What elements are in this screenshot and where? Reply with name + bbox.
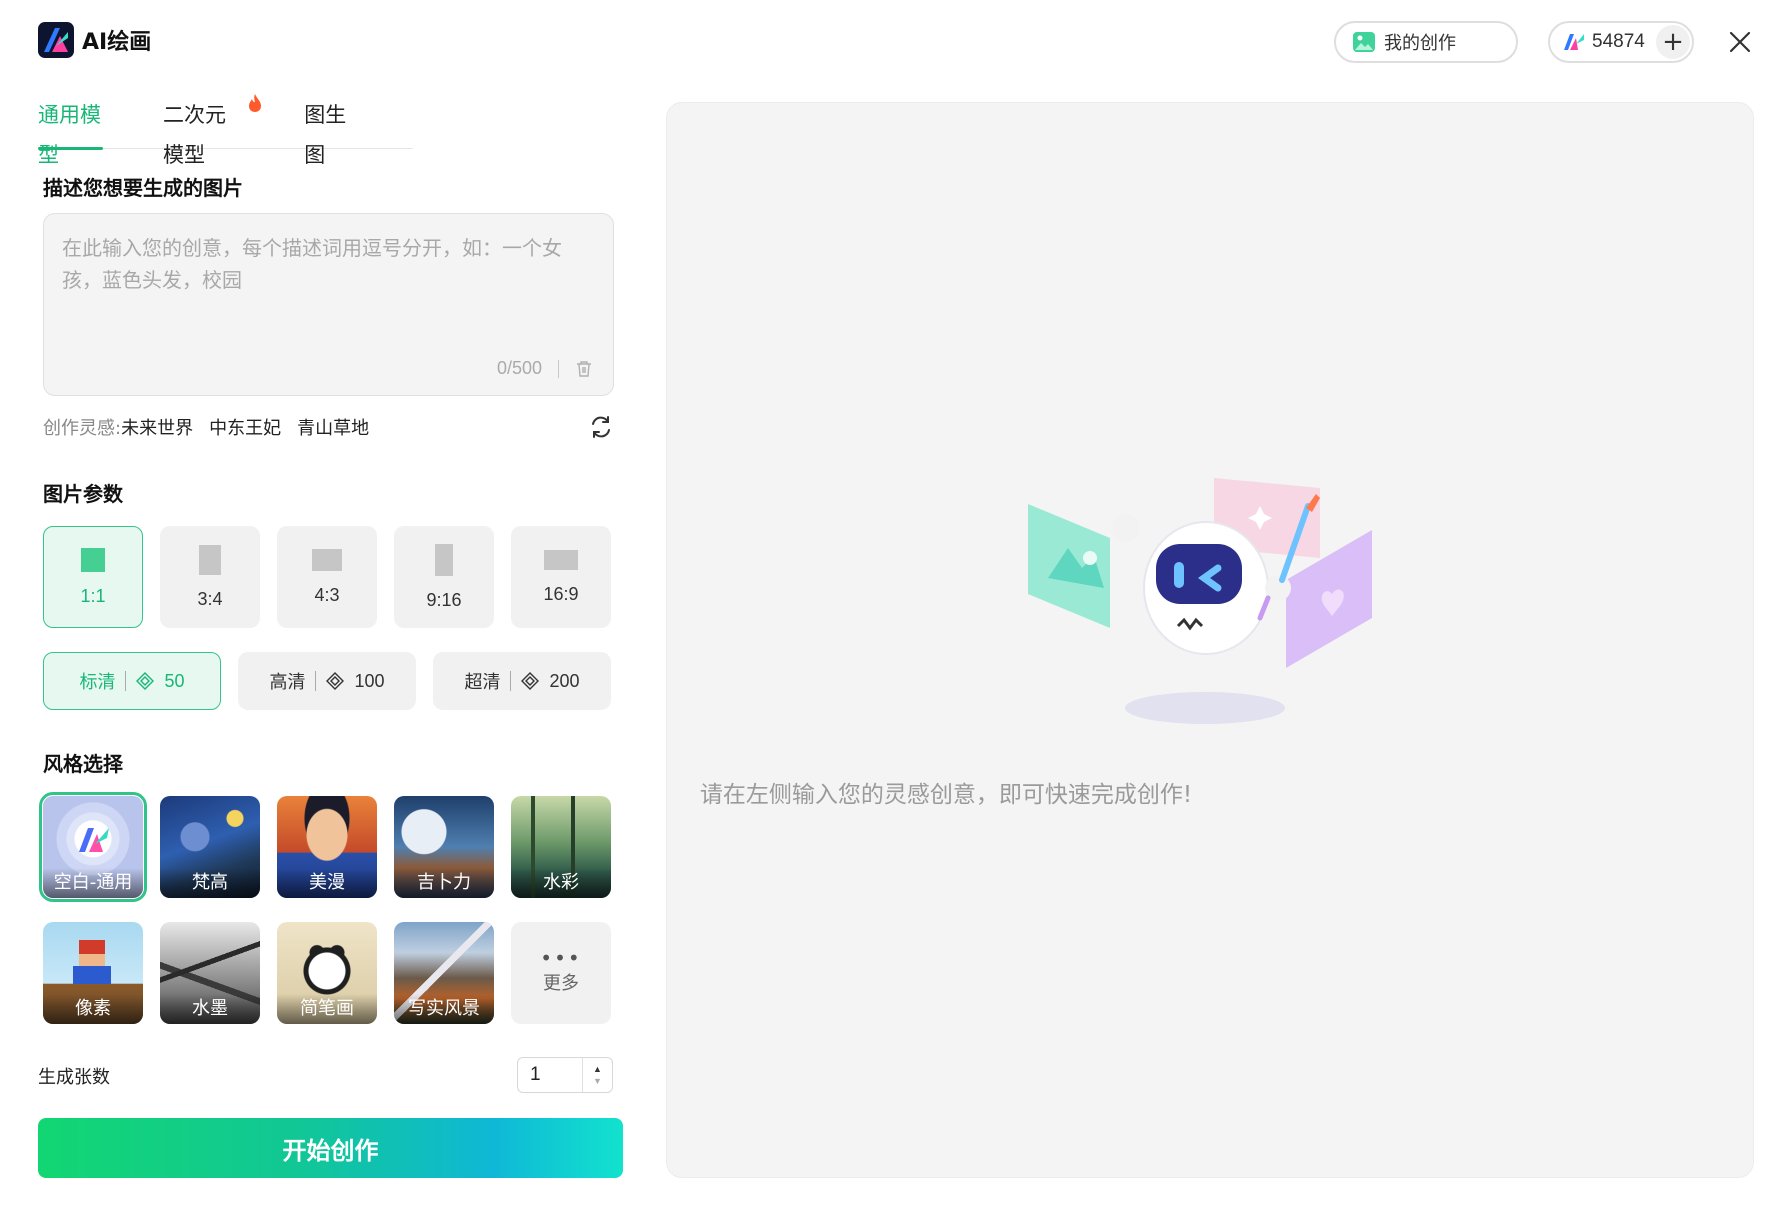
ratio-label: 1:1 <box>80 585 106 606</box>
quality-cost: 200 <box>549 670 580 691</box>
empty-state-message: 请在左侧输入您的灵感创意，即可快速完成创作! <box>699 782 1193 808</box>
model-tabs: 通用模型 二次元模型 图生图 <box>38 94 413 167</box>
style-option-ghibli[interactable]: 吉卜力 <box>394 796 494 898</box>
style-option-realistic-landscape[interactable]: 写实风景 <box>394 922 494 1024</box>
style-label: 美漫 <box>277 868 377 898</box>
chevron-up-icon[interactable]: ▲ <box>593 1063 602 1075</box>
credit-icon <box>326 672 345 690</box>
style-label: 像素 <box>43 994 143 1024</box>
my-works-button[interactable]: 我的创作 <box>1334 21 1518 63</box>
style-option-sketch[interactable]: 简笔画 <box>277 922 377 1024</box>
style-option-ink[interactable]: 水墨 <box>160 922 260 1024</box>
ratio-option-1-1[interactable]: 1:1 <box>43 526 143 628</box>
more-icon: ••• <box>540 946 582 970</box>
style-section-title: 风格选择 <box>43 752 123 776</box>
image-icon <box>1353 32 1375 52</box>
style-label: 空白-通用 <box>43 868 143 898</box>
ratio-label: 16:9 <box>543 583 579 604</box>
quality-label: 超清 <box>464 672 501 693</box>
style-option-comic[interactable]: 美漫 <box>277 796 377 898</box>
square-ratio-icon <box>81 547 105 572</box>
style-label: 水墨 <box>160 994 260 1024</box>
divider <box>315 671 317 691</box>
inspiration-row: 创作灵感: 未来世界 中东王妃 青山草地 <box>43 414 369 440</box>
quality-option-standard[interactable]: 标清 50 <box>43 652 221 710</box>
style-label: 吉卜力 <box>394 868 494 898</box>
tall-ratio-icon <box>435 543 453 576</box>
quality-option-ultra-hd[interactable]: 超清 200 <box>433 652 611 710</box>
stepper-arrows: ▲ ▼ <box>582 1058 612 1092</box>
prompt-section-title: 描述您想要生成的图片 <box>43 176 243 200</box>
close-icon[interactable] <box>1726 28 1754 56</box>
inspiration-label: 创作灵感: <box>43 418 122 439</box>
quality-label: 高清 <box>269 672 306 693</box>
tab-anime-model[interactable]: 二次元模型 <box>163 94 262 167</box>
inspiration-item[interactable]: 中东王妃 <box>209 414 281 440</box>
start-create-button[interactable]: 开始创作 <box>38 1118 623 1178</box>
tab-general-model[interactable]: 通用模型 <box>38 95 103 167</box>
style-label: 梵高 <box>160 868 260 898</box>
aspect-ratio-options: 1:1 3:4 4:3 9:16 16:9 <box>43 526 611 628</box>
prompt-footer: 0/500 <box>497 358 593 379</box>
wide-ratio-icon <box>544 549 578 570</box>
prompt-input[interactable]: 在此输入您的创意，每个描述词用逗号分开，如：一个女孩，蓝色头发，校园 0/500 <box>43 213 614 396</box>
plus-icon: + <box>1662 27 1684 57</box>
empty-state-text: 请在左侧输入您的灵感创意，即可快速完成创作! <box>0 775 1782 809</box>
count-value: 1 <box>530 1064 541 1085</box>
tab-anime-label: 二次元模型 <box>163 103 226 167</box>
ratio-label: 3:4 <box>197 588 223 609</box>
divider <box>125 671 127 691</box>
ratio-option-16-9[interactable]: 16:9 <box>511 526 611 628</box>
points-balance: 54874 + <box>1548 21 1694 63</box>
more-label: 更多 <box>543 973 579 994</box>
portrait-ratio-icon <box>199 544 221 575</box>
my-works-label: 我的创作 <box>1384 33 1456 54</box>
quality-option-hd[interactable]: 高清 100 <box>238 652 416 710</box>
credit-icon <box>521 672 540 690</box>
app-title: AI绘画 <box>82 30 152 55</box>
style-label: 写实风景 <box>394 994 494 1024</box>
quality-cost: 100 <box>354 670 385 691</box>
quality-cost: 50 <box>164 670 185 691</box>
quality-label: 标清 <box>79 672 116 693</box>
inspiration-item[interactable]: 青山草地 <box>297 414 369 440</box>
prompt-placeholder: 在此输入您的创意，每个描述词用逗号分开，如：一个女孩，蓝色头发，校园 <box>62 236 562 292</box>
style-options: 空白-通用 梵高 美漫 吉卜力 水彩 像素 水墨 简笔画 写实风景 ••• 更多 <box>39 792 611 1024</box>
tab-image-to-image[interactable]: 图生图 <box>304 95 353 167</box>
count-stepper[interactable]: 1 ▲ ▼ <box>517 1057 613 1093</box>
fire-icon <box>249 94 262 112</box>
count-label: 生成张数 <box>38 1067 110 1088</box>
inspiration-item[interactable]: 未来世界 <box>121 414 193 440</box>
ratio-option-3-4[interactable]: 3:4 <box>160 526 260 628</box>
char-counter: 0/500 <box>496 358 542 378</box>
refresh-icon[interactable] <box>588 414 614 440</box>
points-icon <box>1564 34 1584 50</box>
style-option-watercolor[interactable]: 水彩 <box>511 796 611 898</box>
trash-icon[interactable] <box>575 360 593 378</box>
divider <box>510 671 512 691</box>
points-value: 54874 <box>1592 31 1645 52</box>
params-section-title: 图片参数 <box>43 482 123 506</box>
quality-options: 标清 50 高清 100 超清 200 <box>43 652 611 710</box>
style-option-pixel[interactable]: 像素 <box>43 922 143 1024</box>
style-label: 简笔画 <box>277 994 377 1024</box>
divider <box>558 359 559 378</box>
style-label: 水彩 <box>511 868 611 898</box>
ratio-label: 9:16 <box>426 589 462 610</box>
credit-icon <box>136 672 155 690</box>
chevron-down-icon[interactable]: ▼ <box>593 1075 602 1087</box>
logo-icon <box>38 22 74 58</box>
ratio-option-9-16[interactable]: 9:16 <box>394 526 494 628</box>
ratio-option-4-3[interactable]: 4:3 <box>277 526 377 628</box>
landscape-ratio-icon <box>312 548 342 571</box>
app-logo: AI绘画 <box>38 22 151 58</box>
ratio-label: 4:3 <box>314 584 340 605</box>
style-more-button[interactable]: ••• 更多 <box>511 922 611 1024</box>
style-option-van-gogh[interactable]: 梵高 <box>160 796 260 898</box>
add-points-button[interactable]: + <box>1656 25 1690 59</box>
style-option-blank[interactable]: 空白-通用 <box>39 792 147 902</box>
robot-illustration <box>1028 478 1372 724</box>
